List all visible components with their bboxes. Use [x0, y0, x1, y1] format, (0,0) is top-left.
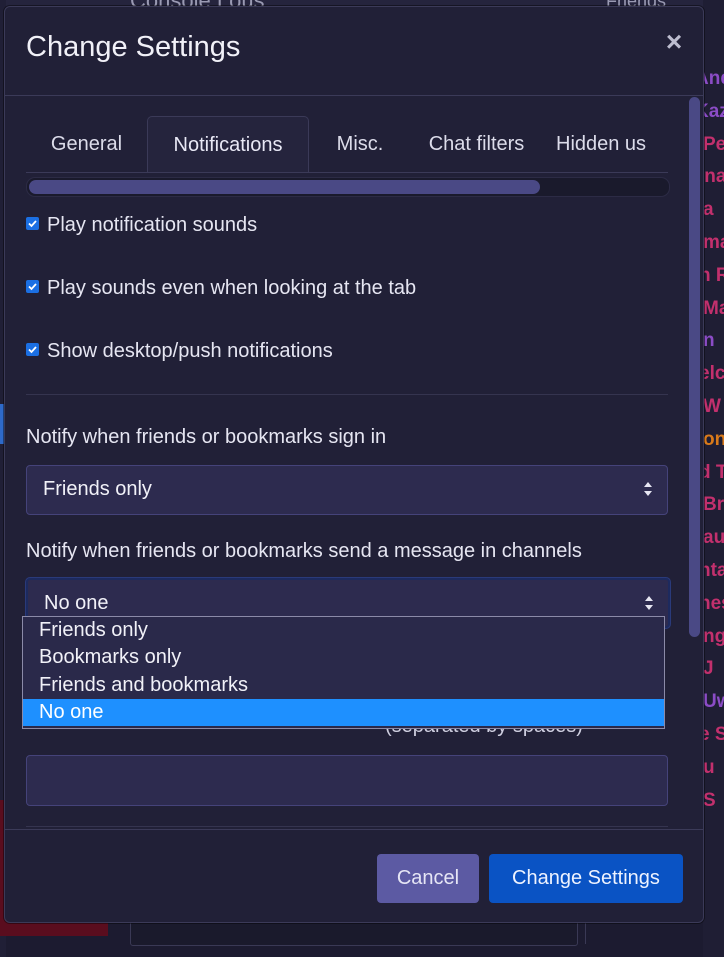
checkbox-row-push-notifications[interactable]: Show desktop/push notifications	[26, 339, 333, 363]
background-user-list-item: au	[703, 527, 724, 549]
background-user-list-item: ng	[703, 625, 724, 647]
dropdown-option-friends-and-bookmarks[interactable]: Friends and bookmarks	[23, 672, 664, 699]
cancel-button[interactable]: Cancel	[377, 854, 479, 903]
divider	[26, 394, 668, 395]
notify-sign-in-label: Notify when friends or bookmarks sign in	[26, 426, 387, 448]
notify-message-dropdown-list: Friends only Bookmarks only Friends and …	[22, 616, 665, 729]
tab-hidden-users[interactable]: Hidden us	[556, 116, 668, 171]
background-user-list-item: u	[703, 756, 715, 778]
select-arrows-icon	[643, 480, 653, 503]
notify-sign-in-select[interactable]: Friends only	[26, 465, 668, 515]
tab-chat-filters[interactable]: Chat filters	[411, 116, 542, 171]
checkbox-row-play-sounds-tab[interactable]: Play sounds even when looking at the tab	[26, 276, 416, 300]
background-user-list-item: Ina	[703, 166, 724, 188]
modal-footer: Cancel Change Settings	[5, 829, 703, 923]
tab-notifications[interactable]: Notifications	[147, 116, 309, 172]
modal-title: Change Settings	[26, 31, 241, 63]
modal-header: Change Settings ×	[5, 7, 703, 96]
background-user-list-item: J	[703, 658, 714, 680]
tabs-horizontal-scrollbar[interactable]	[26, 177, 670, 197]
background-user-list-item: Pe	[703, 133, 724, 155]
background-user-list-item: n	[703, 330, 715, 352]
checkbox-checked-icon[interactable]	[26, 217, 39, 231]
checkbox-label: Play notification sounds	[47, 214, 258, 236]
modal-vertical-scrollbar[interactable]	[689, 97, 700, 637]
background-user-list-item: Andi	[703, 68, 724, 89]
select-value: Friends only	[43, 478, 152, 500]
background-user-list-item: d T	[703, 461, 724, 483]
tab-general[interactable]: General	[26, 116, 147, 171]
background-user-list-item: Ma	[703, 297, 724, 319]
select-arrows-icon	[644, 594, 654, 617]
background-user-list-item: elc	[703, 363, 724, 385]
dropdown-option-bookmarks-only[interactable]: Bookmarks only	[23, 644, 664, 671]
checkbox-label: Show desktop/push notifications	[47, 340, 333, 362]
settings-tabs: General Notifications Misc. Chat filters…	[26, 116, 668, 173]
background-user-list-item: Uw	[703, 691, 724, 713]
background-user-list-item: n R	[703, 264, 724, 286]
background-user-list-item: ma	[703, 232, 724, 253]
dropdown-option-no-one[interactable]: No one	[23, 699, 664, 726]
settings-modal: Change Settings × General Notifications …	[4, 6, 704, 923]
checkbox-checked-icon[interactable]	[26, 343, 39, 357]
dropdown-option-friends-only[interactable]: Friends only	[23, 617, 664, 644]
background-user-list-item: S	[703, 789, 716, 811]
change-settings-button[interactable]: Change Settings	[489, 854, 683, 903]
background-user-list: Andi Kazu Pe Ina a ma n R Ma n elc Won d T Br au nta ne…	[703, 0, 724, 957]
background-user-list-item: Kazu	[703, 100, 724, 122]
checkbox-row-play-sounds[interactable]: Play notification sounds	[26, 213, 257, 237]
checkbox-checked-icon[interactable]	[26, 280, 39, 294]
background-user-list-item: e S	[703, 724, 724, 745]
divider	[26, 826, 668, 827]
scrollbar-thumb[interactable]	[29, 180, 540, 194]
background-user-list-item: Br	[703, 494, 724, 516]
notify-message-label: Notify when friends or bookmarks send a …	[26, 540, 582, 562]
select-value: No one	[44, 592, 109, 614]
close-icon[interactable]: ×	[661, 27, 687, 57]
keywords-input[interactable]	[26, 755, 668, 806]
background-user-list-item: nta	[703, 560, 724, 581]
background-user-list-item: a	[703, 199, 714, 221]
checkbox-label: Play sounds even when looking at the tab	[47, 277, 417, 299]
background-user-list-item: W	[703, 396, 721, 417]
background-user-list-item: nes	[703, 592, 724, 614]
tab-misc[interactable]: Misc.	[309, 116, 411, 171]
background-user-list-item: on	[703, 428, 724, 450]
